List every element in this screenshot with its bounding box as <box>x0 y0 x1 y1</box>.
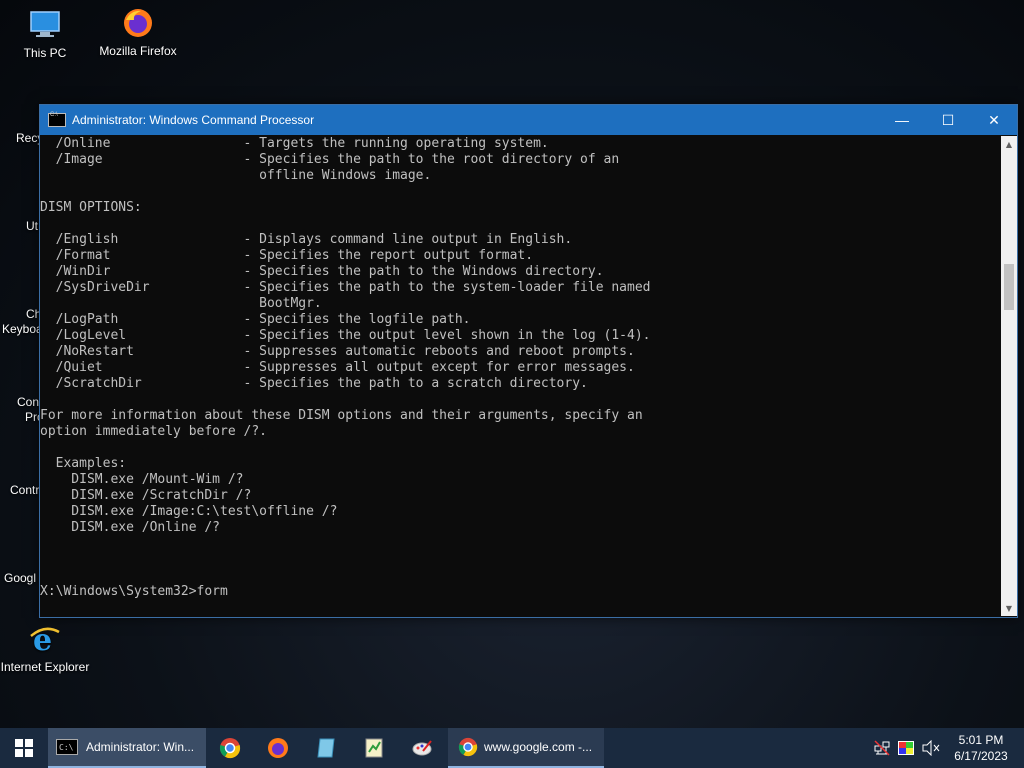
taskbar-pin-spreadsheet[interactable] <box>350 728 398 768</box>
console-line: Examples: <box>40 456 127 471</box>
console-line: /Format - Specifies the report output fo… <box>40 248 534 263</box>
console-line: offline Windows image. <box>40 168 432 183</box>
scroll-down-icon[interactable]: ▼ <box>1001 600 1017 616</box>
taskbar-item-cmd[interactable]: C:\ Administrator: Win... <box>48 728 206 768</box>
console-line: BootMgr. <box>40 296 322 311</box>
cmd-taskbar-icon: C:\ <box>56 739 78 755</box>
system-tray: 5:01 PM 6/17/2023 <box>874 728 1024 768</box>
display-color-icon[interactable] <box>898 741 914 755</box>
window-titlebar[interactable]: Administrator: Windows Command Processor… <box>40 105 1017 135</box>
this-pc-icon <box>30 11 60 37</box>
taskbar-pin-notepad[interactable] <box>302 728 350 768</box>
chrome-window-icon <box>458 737 478 757</box>
console-line: DISM.exe /ScratchDir /? <box>40 488 252 503</box>
firefox-icon <box>124 9 152 37</box>
clock-time: 5:01 PM <box>958 733 1004 747</box>
desktop-icon-label: Internet Explorer <box>0 660 90 674</box>
partial-icon-label-keyboard[interactable]: Keyboa <box>2 322 43 336</box>
taskbar-clock[interactable]: 5:01 PM 6/17/2023 <box>946 732 1016 764</box>
console-line: /LogLevel - Specifies the output level s… <box>40 328 651 343</box>
partial-icon-label-google[interactable]: Googl <box>4 571 36 585</box>
console-line: /LogPath - Specifies the logfile path. <box>40 312 471 327</box>
partial-icon-label-utility[interactable]: Ut <box>26 219 38 233</box>
firefox-taskbar-icon <box>268 738 288 758</box>
spreadsheet-icon <box>365 738 383 758</box>
close-button[interactable]: ✕ <box>971 105 1017 135</box>
taskbar-pin-firefox[interactable] <box>254 728 302 768</box>
chrome-icon <box>219 738 241 759</box>
console-line: /Online - Targets the running operating … <box>40 136 549 151</box>
console-line: DISM.exe /Online /? <box>40 520 221 535</box>
console-line: option immediately before /?. <box>40 424 267 439</box>
taskbar-item-label: www.google.com -... <box>484 740 593 754</box>
console-line: /Quiet - Suppresses all output except fo… <box>40 360 635 375</box>
console-line: /WinDir - Specifies the path to the Wind… <box>40 264 604 279</box>
svg-text:C:\: C:\ <box>59 743 74 752</box>
volume-muted-icon[interactable] <box>922 740 940 756</box>
paint-icon <box>412 740 432 756</box>
maximize-button[interactable]: ☐ <box>925 105 971 135</box>
console-line: DISM.exe /Image:C:\test\offline /? <box>40 504 338 519</box>
command-prompt-window[interactable]: Administrator: Windows Command Processor… <box>39 104 1018 618</box>
clock-date: 6/17/2023 <box>954 749 1008 763</box>
taskbar: C:\ Administrator: Win... www.google.com… <box>0 728 1024 768</box>
partial-icon-label-con[interactable]: Con <box>17 395 39 409</box>
taskbar-pin-chrome[interactable] <box>206 728 254 768</box>
internet-explorer-icon: e <box>30 623 60 656</box>
taskbar-item-chrome-window[interactable]: www.google.com -... <box>448 728 604 768</box>
window-title: Administrator: Windows Command Processor <box>72 113 315 127</box>
console-line: /SysDriveDir - Specifies the path to the… <box>40 280 651 295</box>
console-line: /NoRestart - Suppresses automatic reboot… <box>40 344 635 359</box>
console-output[interactable]: /Online - Targets the running operating … <box>40 136 1001 616</box>
network-icon[interactable] <box>874 740 890 756</box>
scroll-up-icon[interactable]: ▲ <box>1001 136 1017 152</box>
console-line: DISM OPTIONS: <box>40 200 142 215</box>
console-line: /ScratchDir - Specifies the path to a sc… <box>40 376 588 391</box>
console-line: DISM.exe /Mount-Wim /? <box>40 472 244 487</box>
cmd-app-icon <box>48 112 66 127</box>
console-line: /Image - Specifies the path to the root … <box>40 152 620 167</box>
taskbar-item-label: Administrator: Win... <box>86 740 195 754</box>
notepad-icon <box>317 738 335 758</box>
scrollbar-thumb[interactable] <box>1004 264 1014 310</box>
start-button[interactable] <box>0 728 48 768</box>
windows-logo-icon <box>15 739 33 757</box>
partial-icon-label-control[interactable]: Contr <box>10 483 39 497</box>
console-scrollbar[interactable]: ▲ ▼ <box>1001 136 1017 616</box>
console-line: For more information about these DISM op… <box>40 408 643 423</box>
desktop-icon-label: Mozilla Firefox <box>99 44 177 58</box>
minimize-button[interactable]: — <box>879 105 925 135</box>
desktop-icon-firefox[interactable]: Mozilla Firefox <box>93 6 183 58</box>
taskbar-pin-paint[interactable] <box>398 728 446 768</box>
console-line: X:\Windows\System32>form <box>40 584 228 599</box>
desktop-icon-this-pc[interactable]: This PC <box>0 8 90 60</box>
desktop-icon-internet-explorer[interactable]: e Internet Explorer <box>0 622 90 674</box>
console-line: /English - Displays command line output … <box>40 232 573 247</box>
desktop-icon-label: This PC <box>23 46 67 60</box>
